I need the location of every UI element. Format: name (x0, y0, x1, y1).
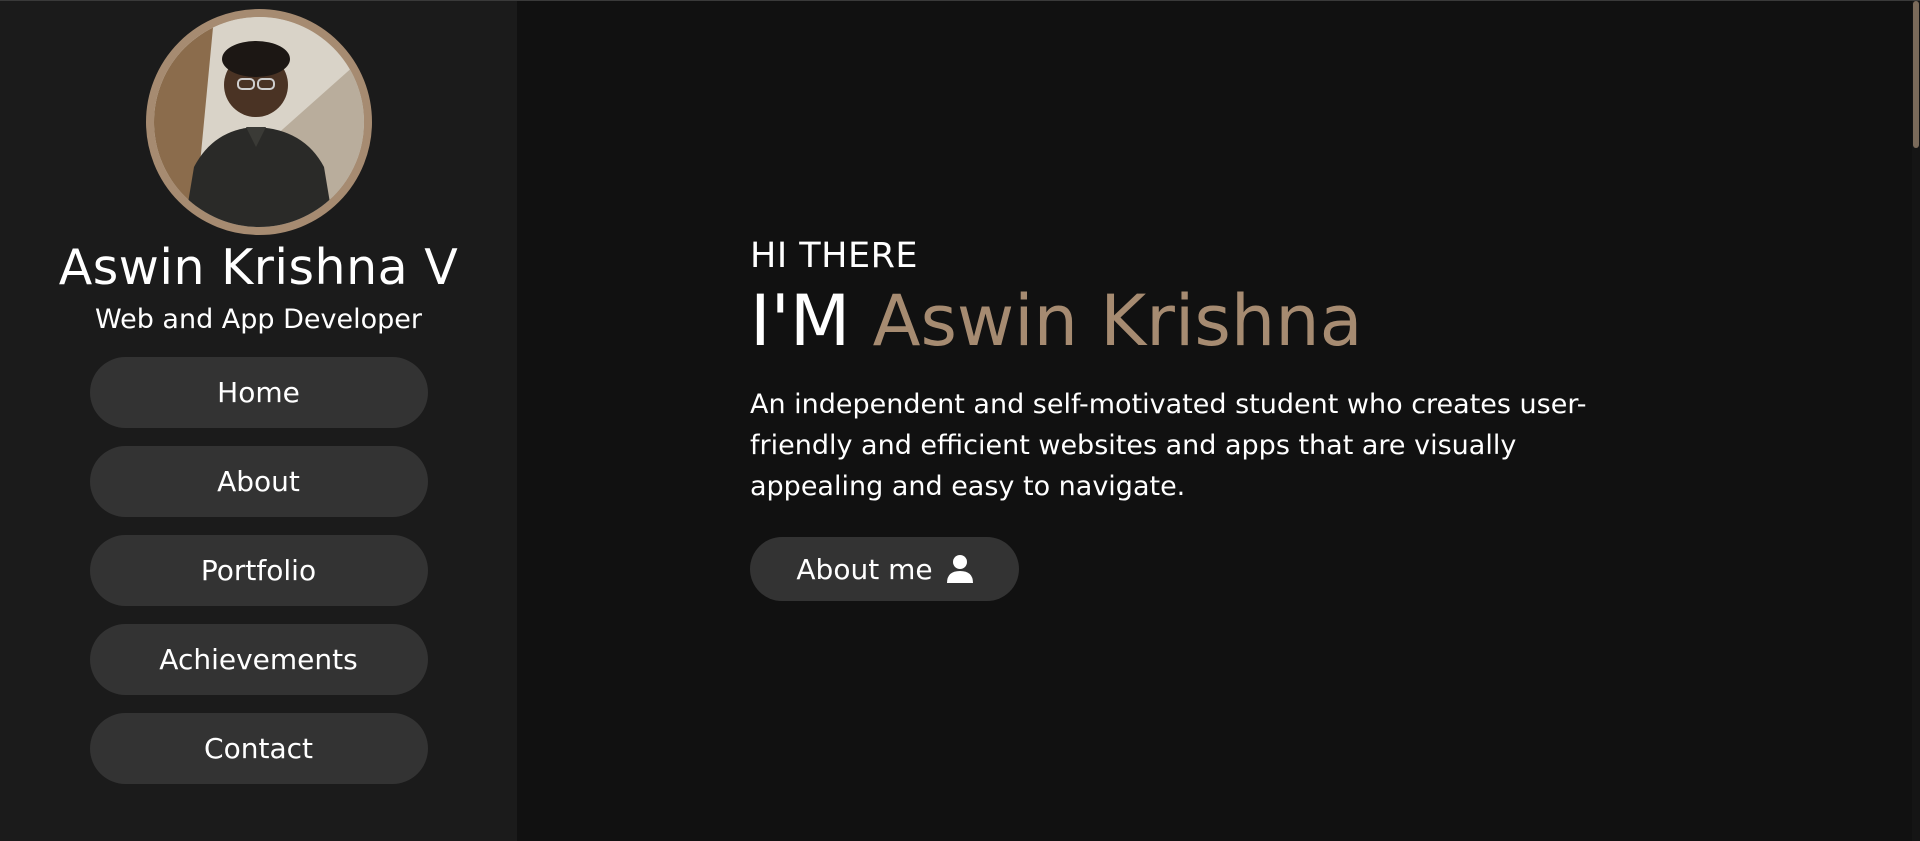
main-content: HI THERE I'M Aswin Krishna An independen… (517, 1, 1912, 841)
hero-headline-name: Aswin Krishna (872, 280, 1363, 362)
hero-description: An independent and self-motivated studen… (750, 389, 1587, 502)
profile-photo-icon (153, 17, 364, 227)
scrollbar-thumb[interactable] (1913, 1, 1919, 148)
hero-headline-lead: I'M (750, 280, 851, 362)
sidebar-nav: Home About Portfolio Achievements Contac… (89, 357, 428, 784)
nav-about-button[interactable]: About (89, 446, 428, 517)
page-scrollbar[interactable] (1912, 1, 1920, 841)
profile-name: Aswin Krishna V (58, 239, 459, 296)
about-me-label: About me (796, 552, 933, 586)
about-me-button[interactable]: About me (750, 537, 1019, 601)
sidebar: Aswin Krishna V Web and App Developer Ho… (0, 1, 517, 841)
user-icon (946, 555, 973, 583)
nav-portfolio-button[interactable]: Portfolio (89, 535, 428, 606)
nav-home-button[interactable]: Home (89, 357, 428, 428)
hero-greeting: HI THERE (750, 236, 919, 276)
nav-contact-button[interactable]: Contact (89, 713, 428, 784)
nav-achievements-button[interactable]: Achievements (89, 624, 428, 695)
hero-section: HI THERE I'M Aswin Krishna An independen… (750, 236, 1650, 601)
profile-avatar (145, 9, 372, 235)
hero-headline: I'M Aswin Krishna (750, 280, 1650, 362)
profile-role: Web and App Developer (94, 304, 423, 335)
